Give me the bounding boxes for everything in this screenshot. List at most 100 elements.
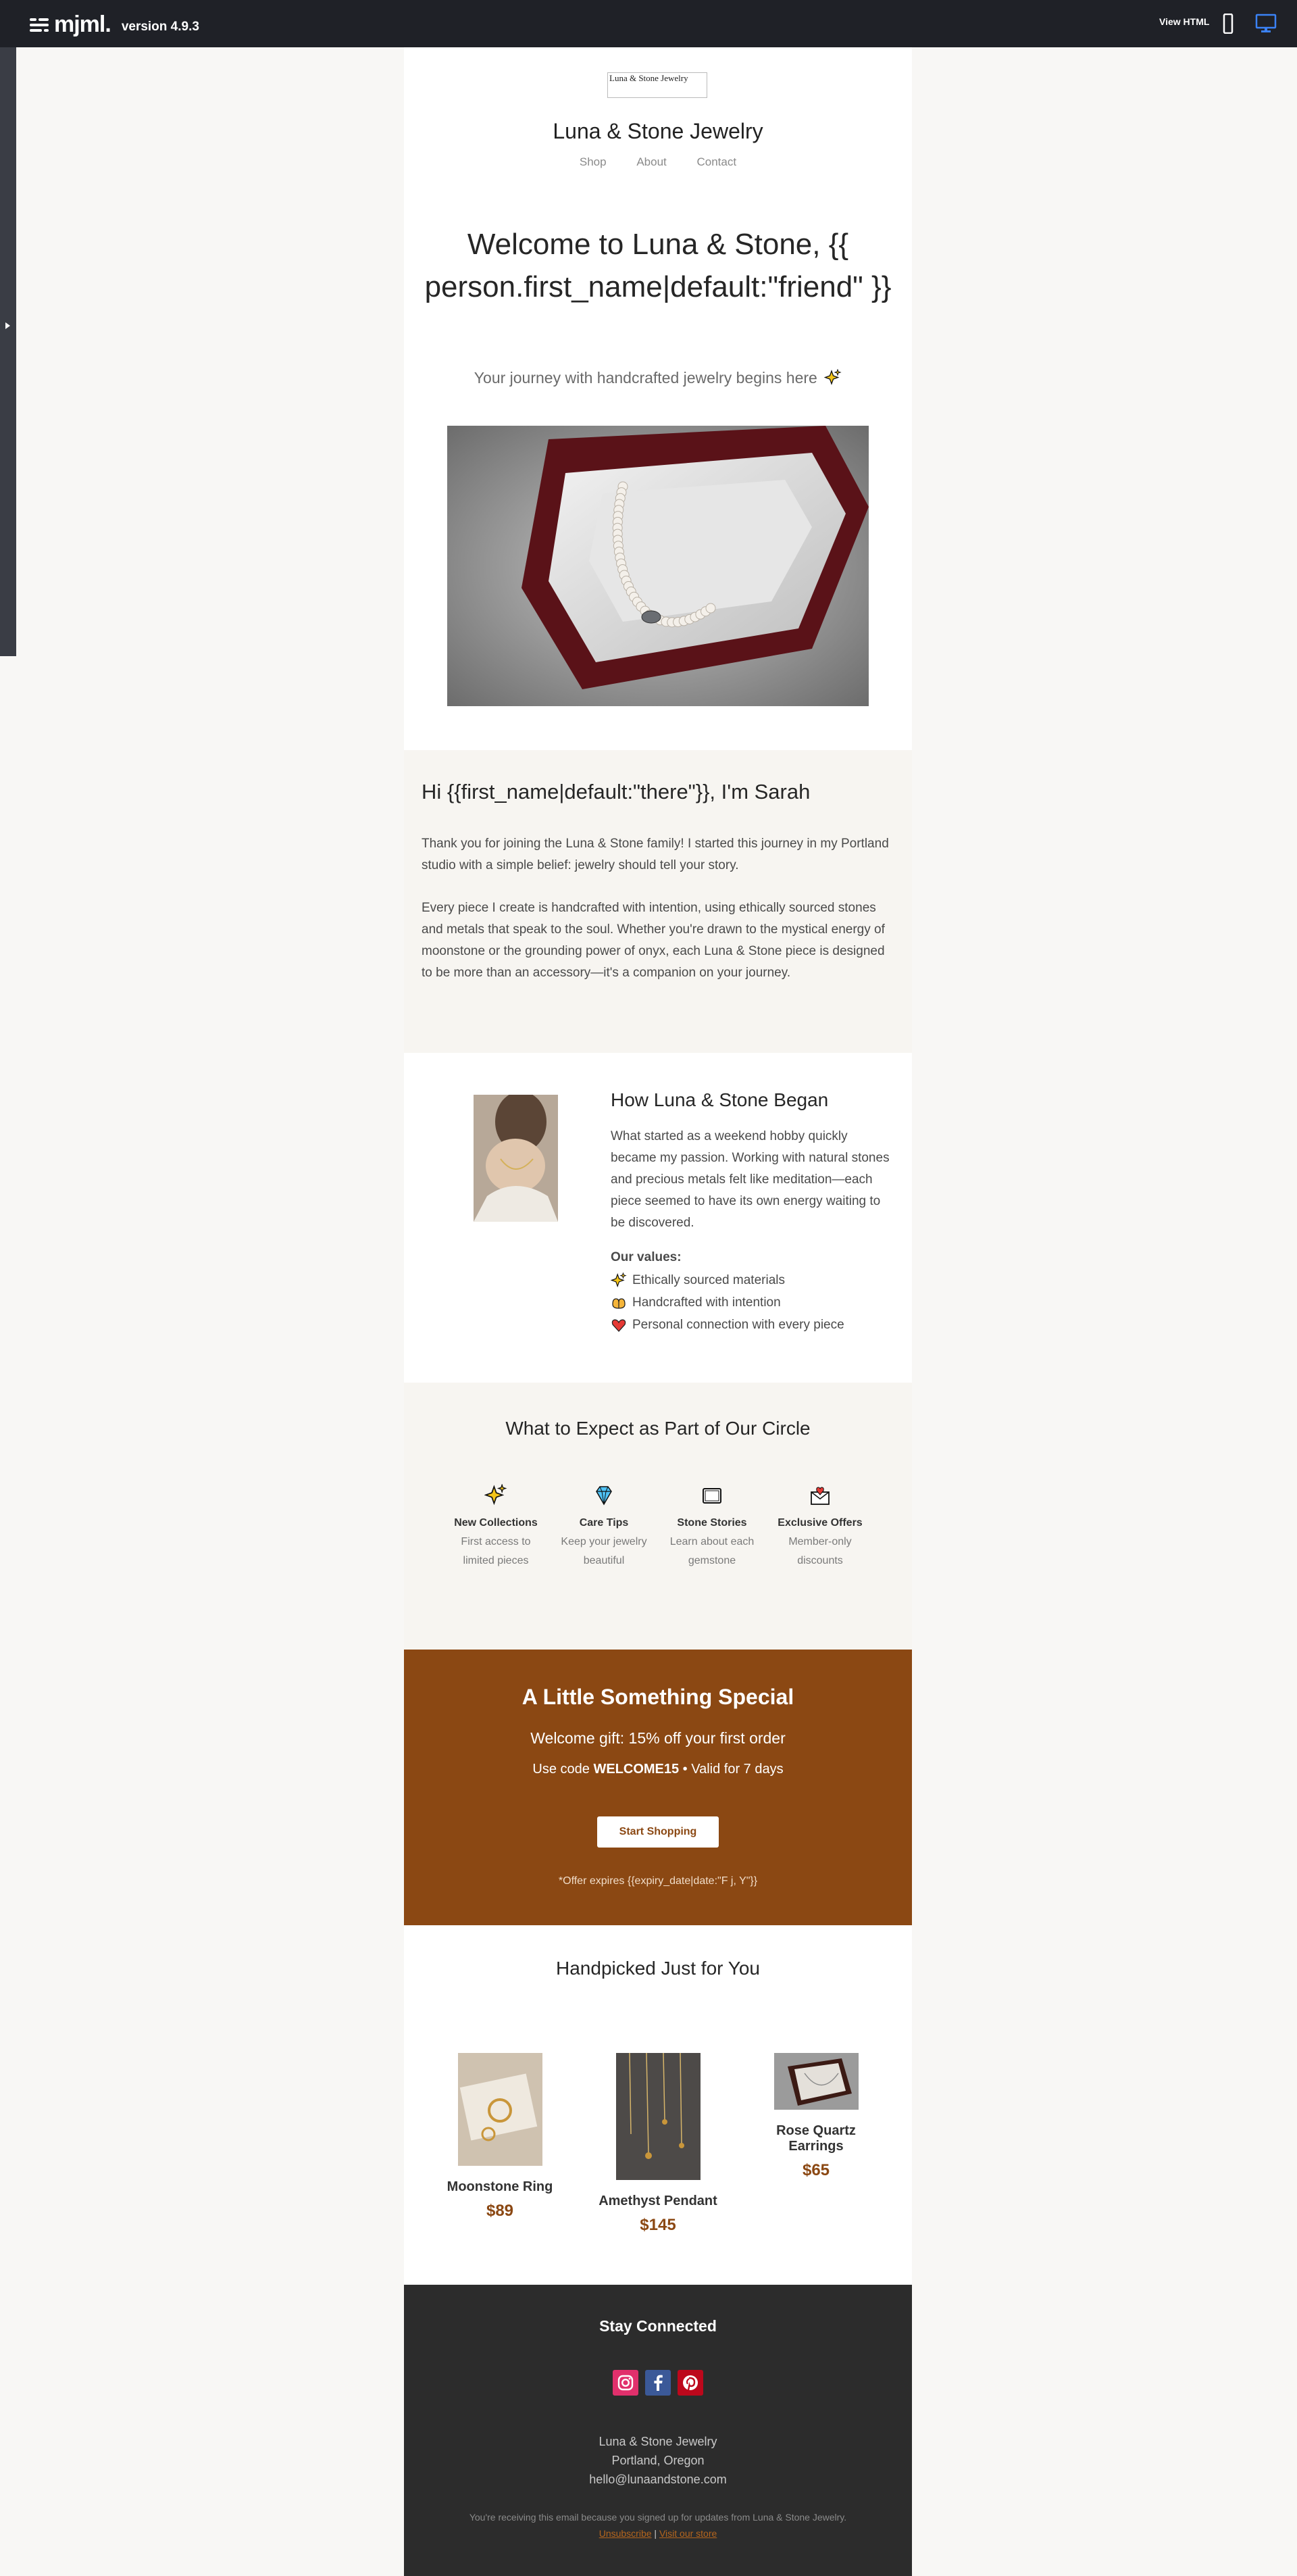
sparkles-icon <box>484 1484 507 1506</box>
product-card[interactable]: Moonstone Ring $89 <box>432 2053 567 2221</box>
benefit-desc: Keep your jewelry beautiful <box>561 1536 647 1566</box>
necklace-clasp <box>641 610 661 624</box>
product-image-rose-quartz-earrings[interactable] <box>773 2053 859 2110</box>
top-nav: Shop About Contact <box>404 155 912 169</box>
desktop-preview-icon[interactable] <box>1255 14 1277 34</box>
facebook-link[interactable] <box>645 2370 671 2396</box>
view-html-button[interactable]: View HTML <box>1159 16 1209 27</box>
footer-section: Stay Connected Luna & Stone Jewelry Port… <box>404 2285 912 2576</box>
instagram-link[interactable] <box>613 2370 638 2396</box>
benefit-desc: First access to limited pieces <box>461 1536 531 1566</box>
values-title: Our values: <box>611 1250 682 1264</box>
value-text: Ethically sourced materials <box>632 1273 785 1287</box>
product-name: Moonstone Ring <box>447 2179 553 2194</box>
story-section: How Luna & Stone Began What started as a… <box>404 1053 912 1383</box>
tagline: Your journey with handcrafted jewelry be… <box>404 368 912 387</box>
app-toolbar: mjml. version 4.9.3 View HTML <box>0 0 1297 47</box>
benefit-care-tips: Care Tips Keep your jewelry beautiful <box>558 1484 650 1570</box>
footer-notice: You're receiving this email because you … <box>469 2512 847 2523</box>
mjml-logo-icon <box>30 18 49 32</box>
hands-icon <box>612 1298 626 1309</box>
membership-benefits-section: What to Expect as Part of Our Circle New… <box>404 1383 912 1650</box>
heart-icon <box>611 1319 626 1332</box>
tagline-text: Your journey with handcrafted jewelry be… <box>474 369 817 387</box>
product-price: $145 <box>640 2216 676 2234</box>
product-image-amethyst-pendant[interactable] <box>615 2053 701 2180</box>
value-item: Handcrafted with intention <box>611 1295 781 1311</box>
brand-title: Luna & Stone Jewelry <box>553 119 763 143</box>
sparkles-icon <box>611 1272 627 1288</box>
benefit-title: Exclusive Offers <box>778 1517 863 1529</box>
facebook-icon <box>654 2375 663 2391</box>
footer-email[interactable]: hello@lunaandstone.com <box>404 2473 912 2487</box>
benefit-title: Care Tips <box>579 1517 629 1529</box>
promo-section: A Little Something Special Welcome gift:… <box>404 1650 912 1925</box>
value-item: Ethically sourced materials <box>611 1272 785 1289</box>
footer-heading: Stay Connected <box>599 2317 717 2335</box>
promo-code: WELCOME15 <box>593 1762 680 1777</box>
footer-company: Luna & Stone Jewelry <box>599 2435 717 2448</box>
expand-arrow-icon[interactable] <box>5 322 10 329</box>
promo-heading: A Little Something Special <box>522 1685 794 1709</box>
product-name: Rose Quartz Earrings <box>776 2123 856 2154</box>
promo-gift: Welcome gift: 15% off your first order <box>530 1729 786 1747</box>
story-heading: How Luna & Stone Began <box>611 1089 829 1110</box>
gem-icon <box>596 1486 612 1506</box>
nav-link-shop[interactable]: Shop <box>580 155 607 168</box>
picks-heading: Handpicked Just for You <box>556 1958 760 1979</box>
product-card[interactable]: Rose Quartz Earrings $65 <box>748 2053 884 2180</box>
founder-photo[interactable] <box>474 1095 558 1222</box>
intro-paragraph-2: Every piece I create is handcrafted with… <box>422 901 885 980</box>
intro-paragraph-1: Thank you for joining the Luna & Stone f… <box>422 837 889 872</box>
benefit-desc: Member-only discounts <box>788 1536 852 1566</box>
brand-logo-image[interactable]: Luna & Stone Jewelry <box>607 72 707 98</box>
benefit-new-collections: New Collections First access to limited … <box>450 1484 542 1570</box>
version-label: version 4.9.3 <box>121 19 199 34</box>
promo-fine-print: *Offer expires {{expiry_date|date:"F j, … <box>558 1875 758 1887</box>
unsubscribe-link[interactable]: Unsubscribe <box>599 2528 652 2539</box>
product-image-moonstone-ring[interactable] <box>457 2053 542 2166</box>
pearl <box>705 603 716 614</box>
footer-city: Portland, Oregon <box>611 2454 705 2467</box>
start-shopping-button[interactable]: Start Shopping <box>597 1816 719 1848</box>
benefit-stone-stories: Stone Stories Learn about each gemstone <box>666 1484 758 1570</box>
promo-code-line: Use code WELCOME15 • Valid for 7 days <box>404 1762 912 1777</box>
product-card[interactable]: Amethyst Pendant $145 <box>590 2053 726 2235</box>
benefit-desc: Learn about each gemstone <box>669 1536 755 1566</box>
promo-code-suffix: • Valid for 7 days <box>679 1762 784 1777</box>
mobile-preview-icon[interactable] <box>1223 14 1234 34</box>
intro-section: Hi {{first_name|default:"there"}}, I'm S… <box>404 750 912 1053</box>
envelope-heart-icon <box>811 1487 830 1505</box>
mjml-logo-text: mjml. <box>54 11 111 37</box>
hero-pearl-necklace-image[interactable] <box>447 426 869 706</box>
benefit-title: Stone Stories <box>677 1517 747 1529</box>
email-preview: Luna & Stone Jewelry Luna & Stone Jewelr… <box>404 47 912 2576</box>
nav-link-contact[interactable]: Contact <box>697 155 737 168</box>
footer-link-separator: | <box>654 2528 657 2539</box>
visit-store-link[interactable]: Visit our store <box>659 2528 717 2539</box>
welcome-heading: Welcome to Luna & Stone, {{ person.first… <box>424 228 892 303</box>
product-price: $89 <box>486 2202 514 2220</box>
benefits-heading: What to Expect as Part of Our Circle <box>505 1418 811 1439</box>
product-picks-section: Handpicked Just for You Moonstone Ring $… <box>404 1925 912 2285</box>
nav-link-about[interactable]: About <box>636 155 666 168</box>
side-panel-toggle[interactable] <box>0 47 16 656</box>
benefit-title: New Collections <box>454 1517 538 1529</box>
instagram-icon <box>617 2375 634 2391</box>
value-text: Personal connection with every piece <box>632 1318 844 1332</box>
intro-heading: Hi {{first_name|default:"there"}}, I'm S… <box>422 780 811 803</box>
footer-links: Unsubscribe | Visit our store <box>404 2528 912 2539</box>
mjml-logo[interactable]: mjml. version 4.9.3 <box>28 11 199 38</box>
sparkles-icon <box>823 368 842 385</box>
benefit-exclusive-offers: Exclusive Offers Member-only discounts <box>774 1484 866 1570</box>
story-body: What started as a weekend hobby quickly … <box>611 1129 890 1230</box>
promo-code-prefix: Use code <box>532 1762 594 1777</box>
value-item: Personal connection with every piece <box>611 1317 844 1333</box>
value-text: Handcrafted with intention <box>632 1295 781 1310</box>
book-icon <box>703 1488 721 1504</box>
product-price: $65 <box>802 2161 830 2179</box>
header-section: Luna & Stone Jewelry Luna & Stone Jewelr… <box>404 47 912 750</box>
product-name: Amethyst Pendant <box>599 2194 717 2208</box>
pinterest-icon <box>683 2375 698 2392</box>
pinterest-link[interactable] <box>678 2370 703 2396</box>
